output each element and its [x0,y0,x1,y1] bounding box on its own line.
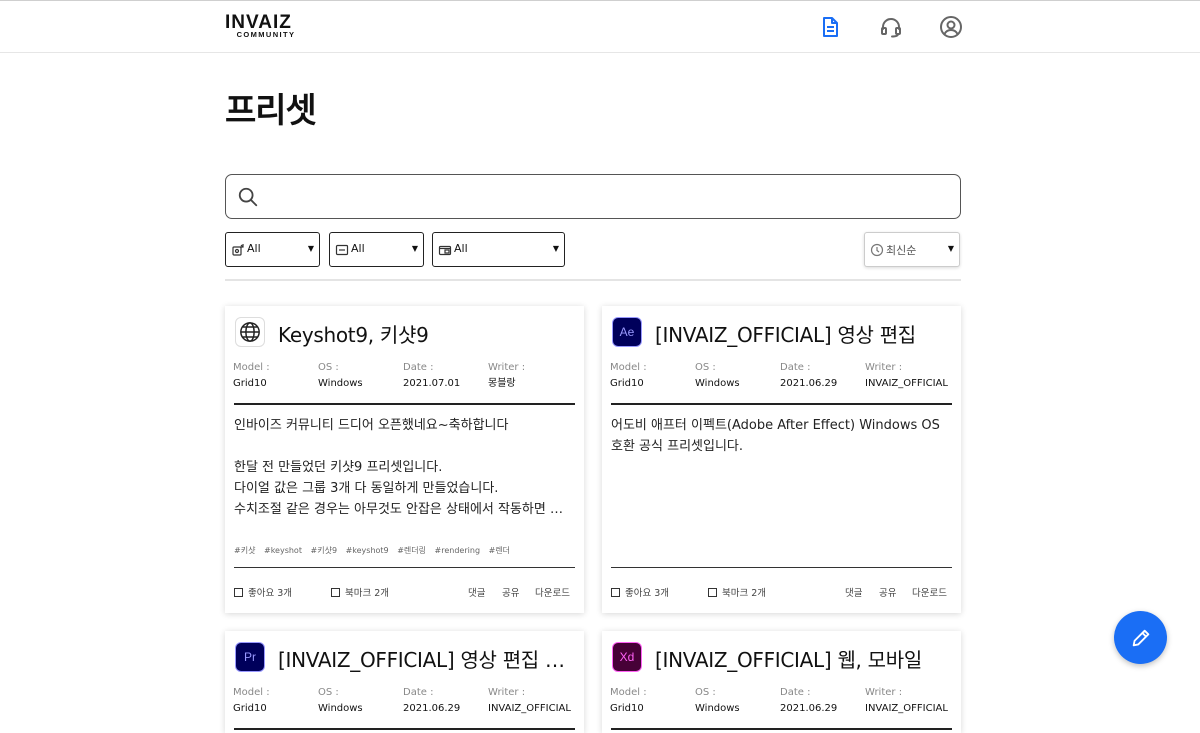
device-filter-select[interactable]: All ▼ [225,232,320,267]
write-post-button[interactable] [1114,611,1167,664]
os-filter-select[interactable]: All ▼ [329,232,424,267]
meta-date: Date :2021.06.29 [780,687,838,714]
card-title[interactable]: Keyshot9, 키샷9 [278,319,574,348]
top-nav: INVAIZ COMMUNITY [0,1,1200,53]
card-divider [234,728,575,730]
share-button[interactable]: 공유 [879,585,896,599]
meta-os: OS : Windows [695,687,740,714]
tag[interactable]: #렌더링 [397,546,426,555]
tag[interactable]: #keyshot [264,546,302,555]
chevron-down-icon: ▼ [552,244,559,253]
tag[interactable]: #rendering [435,546,480,555]
card-title[interactable]: [INVAIZ_OFFICIAL] 웹, 모바일 [655,644,951,673]
card-title[interactable]: [INVAIZ_OFFICIAL] 영상 편집 [655,319,951,348]
meta-model: Model : Grid10 [610,362,647,389]
clock-icon [870,243,884,257]
headset-icon[interactable] [879,15,903,39]
tag[interactable]: #keyshot9 [346,546,389,555]
invaiz-community-logo[interactable]: INVAIZ COMMUNITY [225,13,307,39]
card-description: 어도비 애프터 이펙트(Adobe After Effect) Windows … [611,418,940,454]
checkbox-icon [708,588,717,597]
download-button[interactable]: 다운로드 [912,585,947,599]
tag[interactable]: #키샷 [234,546,255,555]
adobe-xd-icon: Xd [612,642,642,672]
preset-card[interactable]: Keyshot9, 키샷9 Model : Grid10 OS : Windows … [225,306,584,613]
sort-label: 최신순 [886,244,917,257]
download-button[interactable]: 다운로드 [535,585,570,599]
meta-writer: Writer : 몽블랑 [488,362,526,389]
meta-writer: Writer : INVAIZ_OFFICIAL [865,362,948,389]
checkbox-icon [611,588,620,597]
meta-writer: Writer : INVAIZ_OFFICIAL [865,687,948,714]
page-title: 프리셋 [225,91,317,131]
meta-model: Model : Grid10 [233,687,270,714]
folder-icon [438,245,452,256]
document-icon[interactable] [818,15,842,39]
bookmark-button[interactable]: 북마크 2개 [331,585,389,599]
chevron-down-icon: ▼ [307,244,314,253]
search-icon [238,187,258,207]
pencil-icon [1132,629,1149,646]
meta-os: OS : Windows [318,362,363,389]
device-icon [232,244,244,256]
tag[interactable]: #키샷9 [311,546,338,555]
os-filter-label: All [351,242,365,255]
like-button[interactable]: 좋아요 3개 [611,585,669,599]
window-icon [335,244,349,256]
after-effects-icon: Ae [612,317,642,347]
preset-card[interactable]: Xd [INVAIZ_OFFICIAL] 웹, 모바일 Model : Grid1… [602,631,961,733]
meta-writer: Writer : INVAIZ_OFFICIAL [488,687,571,714]
search-box[interactable] [225,174,961,219]
search-input[interactable] [270,183,950,211]
category-filter-select[interactable]: All ▼ [432,232,565,267]
preset-card[interactable]: Ae [INVAIZ_OFFICIAL] 영상 편집 Model : Grid10… [602,306,961,613]
checkbox-icon [331,588,340,597]
card-footer-divider [611,567,952,568]
tag[interactable]: #렌더 [489,546,510,555]
chevron-down-icon: ▼ [411,244,418,253]
preset-card[interactable]: Pr [INVAIZ_OFFICIAL] 영상 편집 … Model : Grid… [225,631,584,733]
meta-os: OS : Windows [318,687,363,714]
share-button[interactable]: 공유 [502,585,519,599]
card-tags: #키샷 #keyshot #키샷9 #keyshot9 #렌더링 #render… [234,545,516,556]
card-title[interactable]: [INVAIZ_OFFICIAL] 영상 편집 … [278,644,574,673]
device-filter-label: All [247,242,261,255]
meta-date: Date :2021.06.29 [403,687,461,714]
sort-select[interactable]: 최신순 ▼ [864,232,960,267]
meta-os: OS : Windows [695,362,740,389]
meta-date: Date :2021.07.01 [403,362,461,389]
meta-date: Date :2021.06.29 [780,362,838,389]
like-button[interactable]: 좋아요 3개 [234,585,292,599]
card-divider [611,728,952,730]
category-filter-label: All [454,242,468,255]
meta-model: Model : Grid10 [233,362,270,389]
chevron-down-icon: ▼ [947,244,954,253]
card-divider [611,403,952,405]
bookmark-button[interactable]: 북마크 2개 [708,585,766,599]
checkbox-icon [234,588,243,597]
user-icon[interactable] [939,15,963,39]
card-footer-divider [234,567,575,568]
card-divider [234,403,575,405]
globe-icon [235,317,265,347]
filter-divider [225,279,961,281]
comment-button[interactable]: 댓글 [845,585,862,599]
comment-button[interactable]: 댓글 [468,585,485,599]
card-description: 인바이즈 커뮤니티 드디어 오픈했네요~축하합니다 한달 전 만들었던 키샷9 … [234,418,563,517]
meta-model: Model : Grid10 [610,687,647,714]
premiere-pro-icon: Pr [235,642,265,672]
